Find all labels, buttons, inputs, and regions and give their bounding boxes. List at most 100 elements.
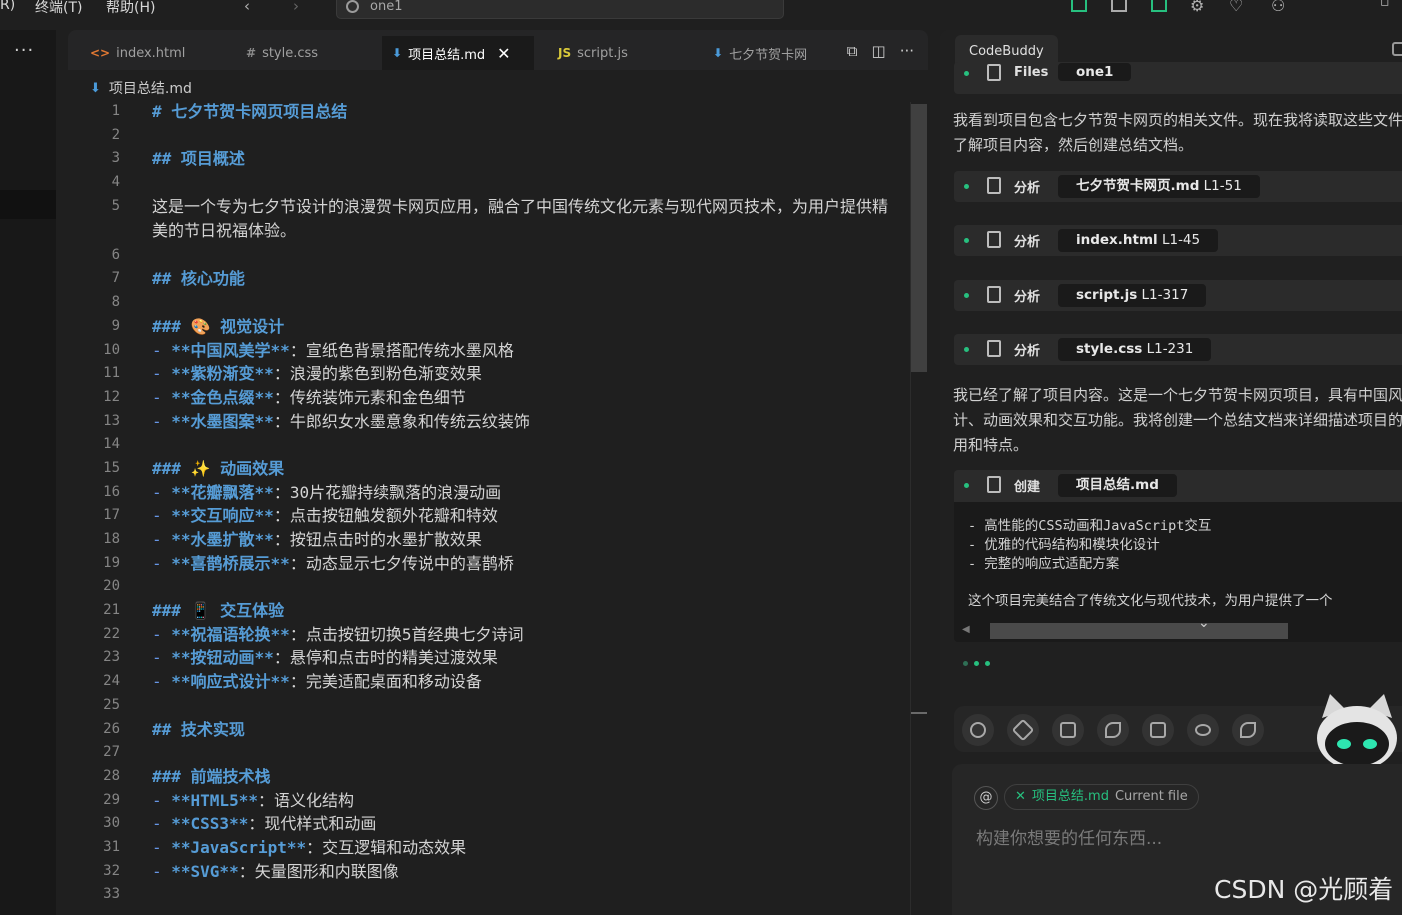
- code-line[interactable]: 28 ### 前端技术栈: [68, 765, 910, 789]
- code-line[interactable]: 20: [68, 575, 910, 599]
- code-line[interactable]: 33: [68, 883, 910, 907]
- tab-script-js[interactable]: JS script.js: [548, 36, 638, 70]
- code-line[interactable]: 29 - **HTML5**：语义化结构: [68, 789, 910, 813]
- components-icon[interactable]: [1007, 714, 1039, 746]
- command-search[interactable]: one1: [336, 0, 784, 19]
- chevron-down-icon[interactable]: ⌄: [1198, 615, 1210, 631]
- code-line[interactable]: 25: [68, 694, 910, 718]
- window-restore-icon[interactable]: ▫: [1380, 0, 1390, 10]
- open-preview-icon[interactable]: ⧉: [847, 42, 858, 60]
- line-number: 19: [103, 554, 120, 571]
- close-icon[interactable]: ✕: [1015, 785, 1026, 809]
- menu-item-terminal[interactable]: 终端(T): [35, 0, 82, 17]
- code-line[interactable]: 18 - **水墨扩散**：按钮点击时的水墨扩散效果: [68, 528, 910, 552]
- code-line[interactable]: 30 - **CSS3**：现代样式和动画: [68, 812, 910, 836]
- nav-forward-icon[interactable]: ›: [293, 0, 299, 15]
- tool-chip[interactable]: 项目总结.md: [1058, 474, 1177, 497]
- scroll-left-icon[interactable]: ◀: [962, 624, 970, 635]
- code-line[interactable]: 22 - **祝福语轮换**：点击按钮切换5首经典七夕诗词: [68, 623, 910, 647]
- breadcrumb-file[interactable]: 项目总结.md: [109, 78, 192, 98]
- more-actions-icon[interactable]: ···: [900, 42, 914, 60]
- code-line[interactable]: 23 - **按钮动画**：悬停和点击时的精美过渡效果: [68, 646, 910, 670]
- horizontal-scrollbar[interactable]: [990, 623, 1288, 639]
- blocks-icon[interactable]: [1052, 714, 1084, 746]
- tool-chip[interactable]: index.html L1-45: [1058, 229, 1219, 252]
- chat-icon[interactable]: [1392, 42, 1402, 56]
- code-line[interactable]: 6: [68, 244, 910, 268]
- tool-call-files[interactable]: Files one1: [954, 62, 1402, 94]
- code-line[interactable]: 5 这是一个专为七夕节设计的浪漫贺卡网页应用，融合了中国传统文化元素与现代网页技术…: [68, 195, 910, 244]
- scrollbar-thumb[interactable]: [911, 104, 927, 372]
- gear-icon[interactable]: ⚙: [1190, 0, 1204, 15]
- code-line[interactable]: 13 - **水墨图案**：牛郎织女水墨意象和传统云纹装饰: [68, 410, 910, 434]
- code-line[interactable]: 1 # 七夕节贺卡网页项目总结: [68, 100, 910, 124]
- code-line[interactable]: 16 - **花瓣飘落**：30片花瓣持续飘落的浪漫动画: [68, 481, 910, 505]
- tool-chip[interactable]: 七夕节贺卡网页.md L1-51: [1058, 175, 1260, 198]
- file-preview[interactable]: - 高性能的CSS动画和JavaScript交互 - 优雅的代码结构和模块化设计…: [954, 502, 1402, 642]
- more-icon[interactable]: ···: [14, 40, 34, 61]
- code-line[interactable]: 12 - **金色点缀**：传统装饰元素和金色细节: [68, 386, 910, 410]
- tool-call-analyze-3[interactable]: 分析 script.js L1-317: [954, 280, 1402, 311]
- tab-index-html[interactable]: <> index.html: [80, 36, 195, 70]
- toggle-secondary-sidebar-icon[interactable]: [1151, 0, 1167, 12]
- code-line[interactable]: 7 ## 核心功能: [68, 267, 910, 291]
- code-area[interactable]: 1 # 七夕节贺卡网页项目总结 2 3 ## 项目概述 4 5 这是一个专为七夕节设计的浪漫贺…: [68, 100, 910, 907]
- code-text: ：动态显示七夕传说中的喜鹊桥: [289, 553, 514, 573]
- chat-input-placeholder[interactable]: 构建你想要的任何东西...: [976, 824, 1162, 849]
- code-line[interactable]: 3 ## 项目概述: [68, 147, 910, 171]
- tool-call-analyze-4[interactable]: 分析 style.css L1-231: [954, 334, 1402, 365]
- css-file-icon: #: [246, 46, 257, 60]
- code-line[interactable]: 8: [68, 291, 910, 315]
- code-line[interactable]: 14: [68, 433, 910, 457]
- tab-style-css[interactable]: # style.css: [236, 36, 328, 70]
- code-line[interactable]: 9 ### 🎨 视觉设计: [68, 315, 910, 339]
- close-icon[interactable]: ✕: [497, 44, 510, 63]
- code-line[interactable]: 15 ### ✨ 动画效果: [68, 457, 910, 481]
- rocket-icon[interactable]: [1232, 714, 1264, 746]
- code-text: ：点击按钮触发额外花瓣和特效: [273, 506, 498, 526]
- figma-icon[interactable]: [962, 714, 994, 746]
- assistant-message: 我已经了解了项目内容。这是一个七夕节贺卡网页项目，具有中国风设计、动画效果和交互…: [953, 386, 1402, 454]
- tool-chip[interactable]: one1: [1058, 63, 1132, 81]
- tool-call-analyze-2[interactable]: 分析 index.html L1-45: [954, 225, 1402, 256]
- code-text: -: [152, 624, 172, 644]
- menu-item-help[interactable]: 帮助(H): [106, 0, 155, 17]
- code-line[interactable]: 2: [68, 124, 910, 148]
- toggle-panel-icon[interactable]: [1111, 0, 1127, 12]
- image-icon[interactable]: [1142, 714, 1174, 746]
- activity-selected-item[interactable]: [0, 190, 56, 219]
- code-line[interactable]: 17 - **交互响应**：点击按钮触发额外花瓣和特效: [68, 504, 910, 528]
- plug-icon[interactable]: [1097, 714, 1129, 746]
- tab-project-summary-md[interactable]: ⬇ 项目总结.md ✕: [382, 36, 534, 70]
- code-line[interactable]: 24 - **响应式设计**：完美适配桌面和移动设备: [68, 670, 910, 694]
- mention-button[interactable]: @: [974, 786, 998, 810]
- tool-verb: Files: [1014, 65, 1049, 80]
- code-text: ：悬停和点击时的精美过渡效果: [273, 648, 498, 668]
- tab-label: 项目总结.md: [408, 47, 486, 63]
- tab-qixi-card[interactable]: ⬇ 七夕节贺卡网: [703, 36, 817, 70]
- tool-chip[interactable]: style.css L1-231: [1058, 338, 1212, 361]
- split-editor-icon[interactable]: ◫: [872, 42, 886, 60]
- code-line[interactable]: 27: [68, 741, 910, 765]
- code-line[interactable]: 31 - **JavaScript**：交互逻辑和动态效果: [68, 836, 910, 860]
- code-line[interactable]: 4: [68, 171, 910, 195]
- code-line[interactable]: 26 ## 技术实现: [68, 718, 910, 742]
- shield-icon[interactable]: ♡: [1229, 0, 1243, 15]
- code-line[interactable]: 11 - **紫粉渐变**：浪漫的紫色到粉色渐变效果: [68, 362, 910, 386]
- context-chip[interactable]: ✕ 项目总结.md Current file: [1004, 784, 1199, 810]
- code-line[interactable]: 32 - **SVG**：矢量图形和内联图像: [68, 860, 910, 884]
- tool-call-create[interactable]: 创建 项目总结.md: [954, 470, 1402, 502]
- toggle-sidebar-icon[interactable]: [1071, 0, 1087, 12]
- tool-call-analyze-1[interactable]: 分析 七夕节贺卡网页.md L1-51: [954, 171, 1402, 202]
- line-content: - **祝福语轮换**：点击按钮切换5首经典七夕诗词: [152, 623, 523, 647]
- code-line[interactable]: 19 - **喜鹊桥展示**：动态显示七夕传说中的喜鹊桥: [68, 552, 910, 576]
- line-number: 33: [103, 886, 120, 903]
- tool-chip[interactable]: script.js L1-317: [1058, 284, 1207, 307]
- code-line[interactable]: 10 - **中国风美学**：宣纸色背景搭配传统水墨风格: [68, 339, 910, 363]
- chip-range: L1-231: [1146, 341, 1194, 357]
- nav-back-icon[interactable]: ‹: [244, 0, 250, 15]
- eye-icon[interactable]: [1187, 714, 1219, 746]
- account-icon[interactable]: ⚇: [1271, 0, 1285, 15]
- code-line[interactable]: 21 ### 📱 交互体验: [68, 599, 910, 623]
- menu-item-partial[interactable]: R): [0, 0, 15, 13]
